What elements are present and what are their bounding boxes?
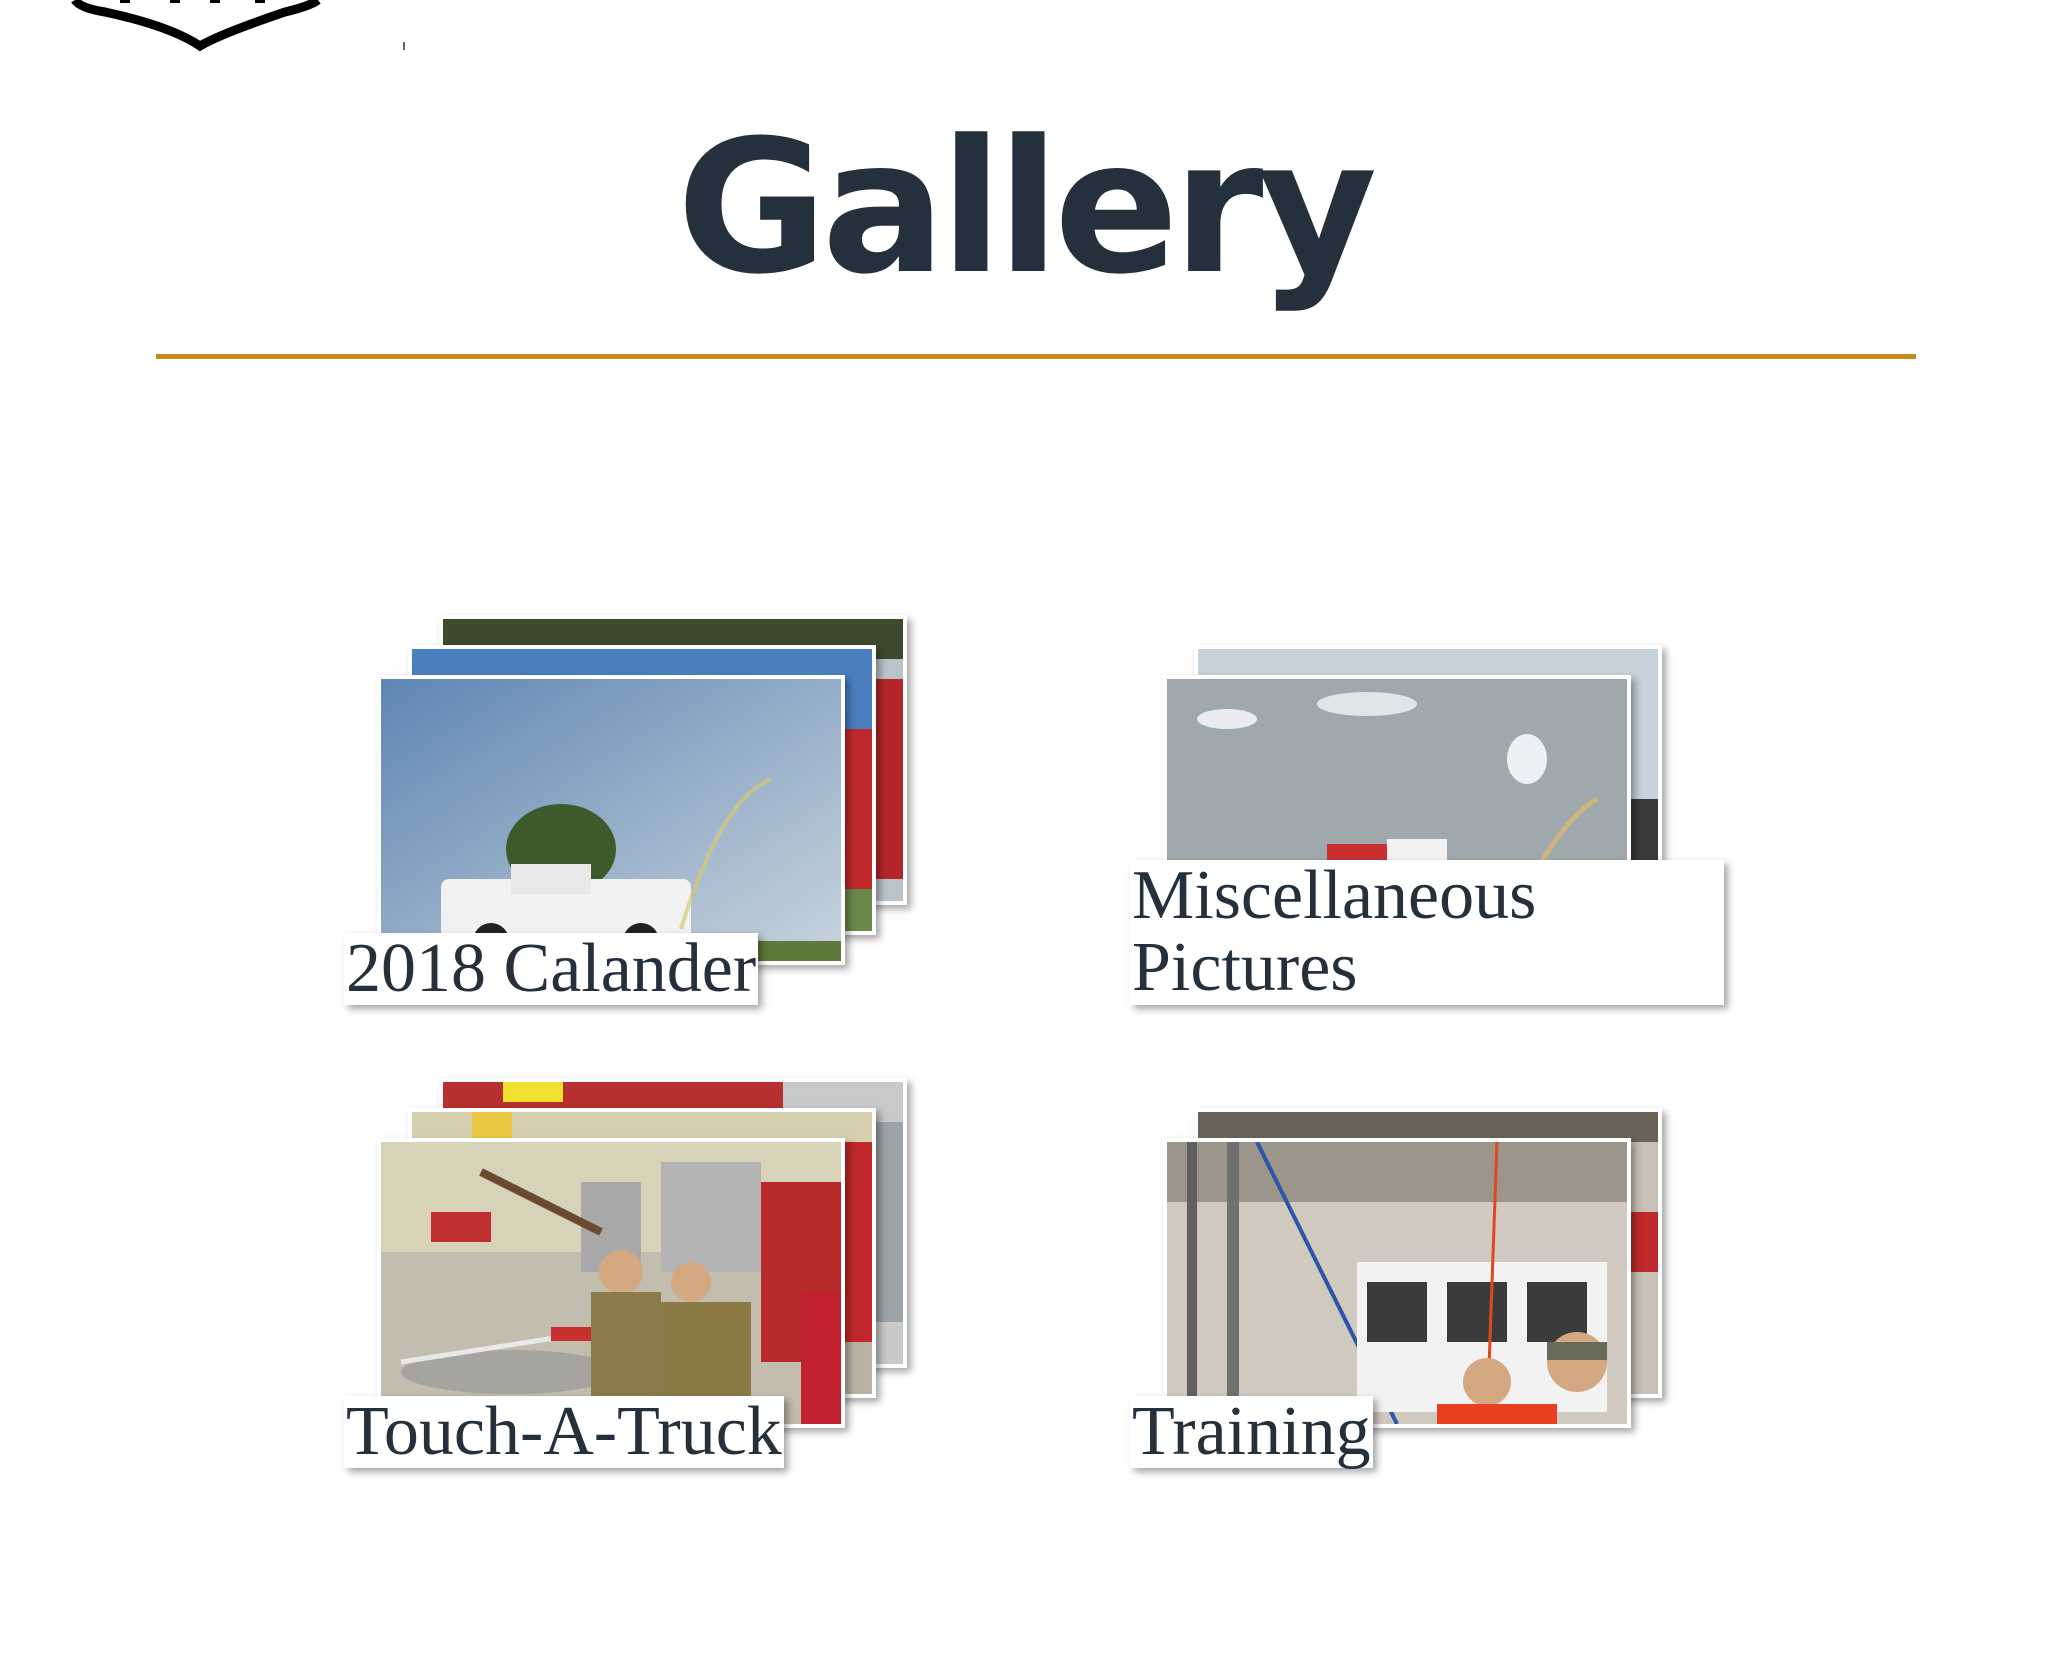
fire-department-logo[interactable] [60,0,330,52]
album-photo [377,1138,845,1428]
album-caption[interactable]: Miscellaneous Pictures [1130,860,1724,1005]
album-photo [377,675,845,965]
album-2018-calander[interactable]: 2018 Calander [344,615,1064,1035]
album-touch-a-truck[interactable]: Touch-A-Truck [344,1078,1064,1498]
album-miscellaneous-pictures[interactable]: Miscellaneous Pictures [1130,645,1850,1065]
album-photo [1163,1138,1631,1428]
title-divider [156,354,1916,359]
album-caption[interactable]: Training [1130,1396,1373,1468]
album-caption[interactable]: 2018 Calander [344,933,759,1005]
album-caption[interactable]: Touch-A-Truck [344,1396,784,1468]
album-training[interactable]: Training [1130,1108,1850,1528]
page-title: Gallery [676,101,1378,315]
divider-mark [403,42,405,50]
